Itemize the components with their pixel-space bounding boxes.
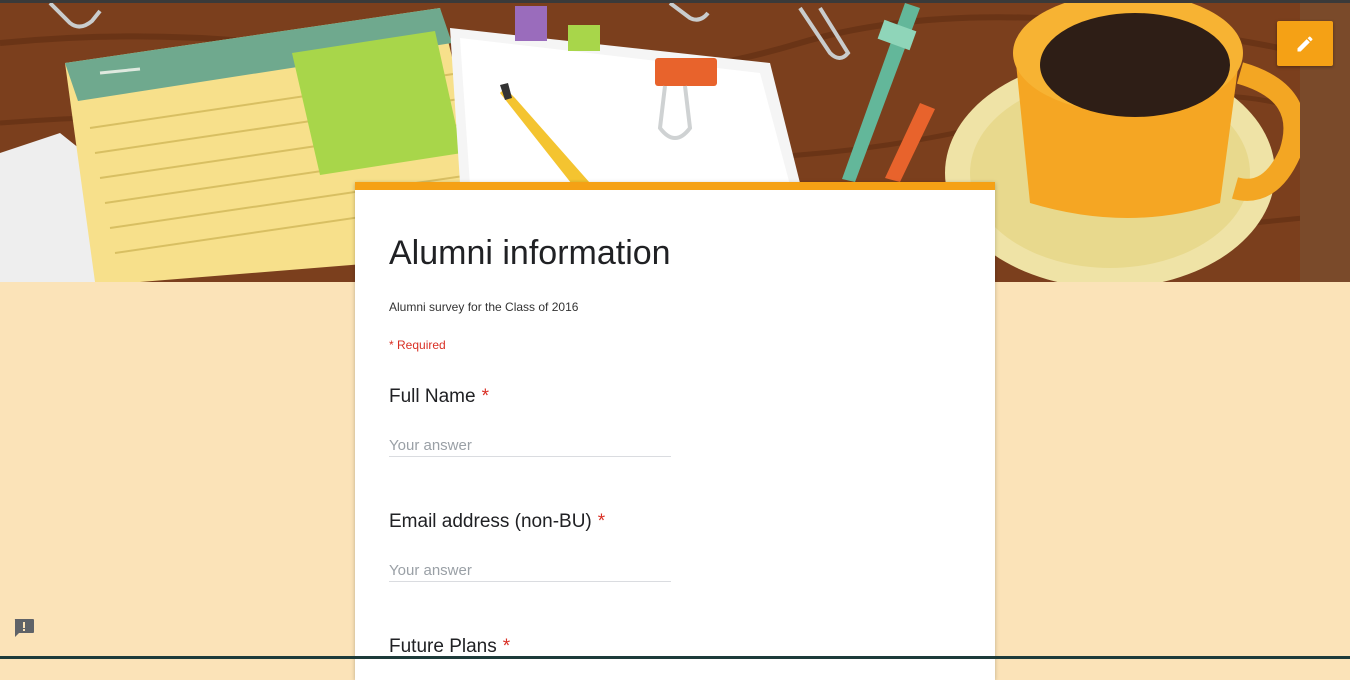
email-input[interactable]: [389, 559, 671, 582]
form-title: Alumni information: [389, 234, 671, 272]
required-asterisk: *: [597, 511, 606, 532]
feedback-icon[interactable]: [13, 618, 35, 638]
form-description: Alumni survey for the Class of 2016: [389, 300, 579, 314]
question-email: Email address (non-BU) *: [389, 511, 949, 582]
pencil-icon: [1297, 35, 1313, 51]
form-card: Alumni information Alumni survey for the…: [355, 182, 995, 680]
question-label: Email address (non-BU): [389, 511, 592, 532]
question-full-name: Full Name *: [389, 386, 949, 457]
question-future-plans: Future Plans *: [389, 636, 949, 658]
required-asterisk: *: [502, 636, 511, 657]
required-note: * Required: [389, 338, 446, 352]
question-label: Full Name: [389, 386, 476, 407]
full-name-input[interactable]: [389, 434, 671, 457]
edit-form-button[interactable]: [1277, 21, 1333, 66]
required-asterisk: *: [481, 386, 489, 407]
question-label: Future Plans: [389, 636, 497, 657]
